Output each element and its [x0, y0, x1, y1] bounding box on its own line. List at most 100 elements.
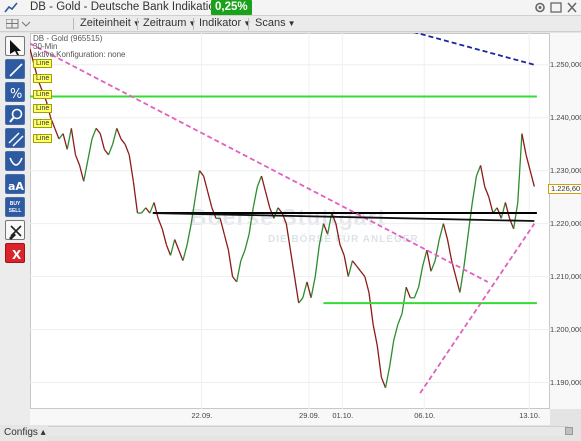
menu-zeiteinheit[interactable]: Zeiteinheit▼: [80, 17, 141, 29]
price-segment: [248, 207, 254, 235]
svg-text:%: %: [10, 87, 22, 102]
svg-text:aA: aA: [8, 180, 24, 193]
price-segment: [91, 128, 97, 140]
price-segment: [178, 249, 184, 261]
price-segment: [285, 223, 292, 251]
price-segment: [343, 255, 349, 277]
price-segment: [190, 197, 196, 224]
menu-scans[interactable]: Scans ▼: [255, 17, 296, 29]
price-segment: [289, 250, 296, 277]
price-segment: [364, 276, 370, 293]
settings-icon[interactable]: [533, 1, 547, 14]
price-segment: [169, 239, 176, 256]
x-tick-label: 13.10.: [519, 411, 541, 420]
price-segment: [87, 138, 93, 161]
price-segment: [252, 186, 258, 208]
price-segment: [479, 165, 486, 187]
price-segment: [500, 202, 507, 219]
line-tag[interactable]: Line: [33, 90, 53, 99]
parallel-lines-tool-icon[interactable]: [5, 128, 25, 148]
configs-button[interactable]: Configs ▴: [0, 426, 48, 441]
price-segment: [112, 128, 118, 145]
percent-tool-icon[interactable]: %: [5, 82, 25, 102]
price-segment: [240, 249, 246, 261]
price-segment: [401, 287, 407, 314]
price-segment: [521, 133, 527, 155]
arc-tool-icon[interactable]: [5, 151, 25, 171]
price-segment: [529, 170, 535, 187]
buy-sell-tool-icon[interactable]: BUY SELL: [5, 197, 25, 217]
price-segment: [463, 234, 469, 267]
price-segment: [442, 223, 449, 240]
y-tick-label: 1.200,000: [550, 324, 581, 334]
y-tick-label: 1.190,000: [550, 377, 581, 387]
price-segment: [513, 202, 519, 230]
grid-icon[interactable]: [6, 19, 34, 29]
price-segment: [302, 281, 308, 298]
close-icon[interactable]: [565, 1, 579, 14]
sell-label: SELL: [8, 208, 22, 214]
trendline-tool-icon[interactable]: [5, 59, 25, 79]
title-bar: DB - Gold - Deutsche Bank Indikation 0,2…: [0, 0, 581, 16]
y-tick-label: 1.220,000: [550, 218, 581, 228]
price-segment: [517, 133, 523, 203]
change-badge: 0,25%: [211, 0, 252, 15]
price-segment: [413, 286, 420, 299]
price-segment: [207, 191, 213, 208]
maximize-icon[interactable]: [549, 1, 563, 14]
price-segment: [54, 128, 60, 140]
menu-zeitraum[interactable]: Zeitraum▼: [143, 17, 196, 29]
menu-separator: [137, 18, 138, 30]
price-segment: [376, 345, 383, 378]
drawing-toolbar: % aA BUY SELL X: [0, 33, 30, 425]
line-tag[interactable]: Line: [33, 74, 53, 83]
price-segment: [182, 244, 188, 261]
price-segment: [120, 138, 126, 145]
buy-label: BUY: [9, 201, 21, 207]
zoom-tool-icon[interactable]: [5, 105, 25, 125]
close-tool-icon[interactable]: X: [5, 243, 25, 263]
price-segment: [388, 340, 395, 367]
price-segment: [202, 175, 209, 193]
price-segment: [430, 260, 436, 272]
y-tick-label: 1.240,000: [550, 112, 581, 122]
price-segment: [141, 207, 147, 214]
price-segment: [438, 223, 445, 240]
price-segment: [426, 250, 432, 272]
price-segment: [165, 244, 172, 256]
price-segment: [405, 286, 411, 299]
price-segment: [174, 239, 180, 251]
price-chart[interactable]: [30, 33, 550, 409]
price-segment: [322, 223, 329, 235]
price-segment: [70, 128, 77, 155]
menu-separator: [248, 18, 249, 30]
price-segment: [194, 170, 201, 198]
price-segment: [347, 260, 354, 277]
price-segment: [132, 181, 139, 214]
menu-separator: [73, 18, 74, 30]
price-segment: [260, 175, 267, 193]
line-tag[interactable]: Line: [33, 134, 53, 143]
trend-line: [30, 42, 489, 283]
price-segment: [484, 186, 490, 198]
time-axis[interactable]: [30, 409, 550, 425]
price-segment: [281, 212, 287, 224]
config-label: aktive Konfiguration: none: [33, 50, 126, 59]
cursor-tool-icon[interactable]: [5, 36, 25, 56]
price-segment: [372, 324, 378, 346]
text-size-tool-icon[interactable]: aA: [5, 174, 25, 194]
line-tag[interactable]: Line: [33, 119, 53, 128]
price-segment: [504, 202, 511, 219]
price-segment: [335, 223, 341, 245]
price-segment: [256, 175, 263, 187]
scrollbar-thumb[interactable]: [565, 427, 573, 435]
x-tick-label: 22.09.: [191, 411, 213, 420]
line-tag[interactable]: Line: [33, 104, 53, 113]
delete-tool-icon[interactable]: [5, 220, 25, 240]
price-segment: [232, 276, 238, 283]
menu-indikator[interactable]: Indikator▼: [199, 17, 251, 29]
line-tag[interactable]: Line: [33, 59, 53, 68]
price-segment: [264, 191, 271, 208]
price-segment: [62, 133, 68, 150]
horizontal-scrollbar[interactable]: [48, 426, 568, 436]
